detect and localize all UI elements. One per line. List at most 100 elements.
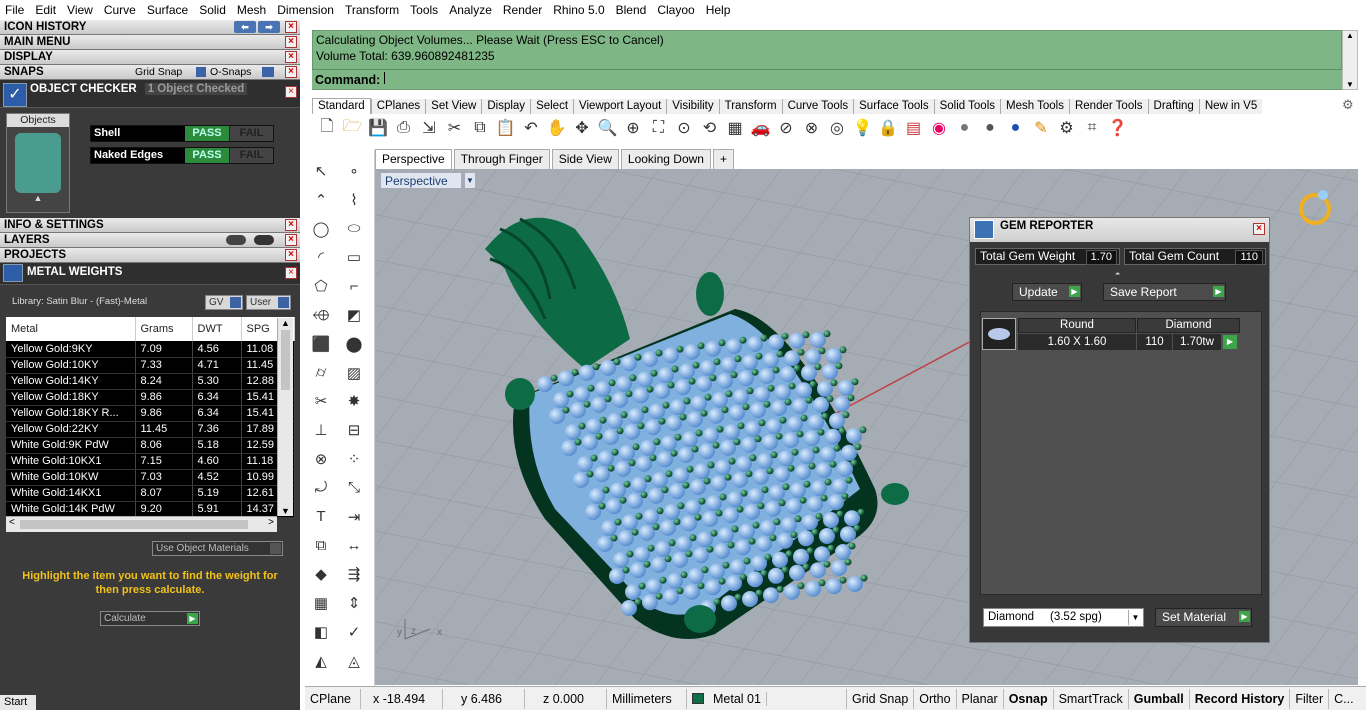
eye-icon[interactable] xyxy=(254,235,274,245)
hide-icon[interactable]: ◭ xyxy=(310,650,332,672)
grid-snap-toggle[interactable]: Grid Snap xyxy=(135,66,182,78)
user-toggle[interactable]: User xyxy=(246,295,291,310)
sphere-shaded-icon[interactable]: ● xyxy=(954,117,976,139)
scale-icon[interactable]: ⤡ xyxy=(343,477,365,499)
paste-icon[interactable]: 📋 xyxy=(495,117,517,139)
menu-item-dimension[interactable]: Dimension xyxy=(272,3,340,17)
close-icon[interactable]: × xyxy=(285,234,297,246)
menu-item-mesh[interactable]: Mesh xyxy=(232,3,272,17)
layers-icon[interactable]: ▤ xyxy=(903,117,925,139)
scroll-up-icon[interactable]: ▲ xyxy=(278,318,293,328)
use-object-materials-checkbox[interactable]: Use Object Materials xyxy=(152,541,283,556)
column-header[interactable]: Metal xyxy=(6,317,136,341)
table-row[interactable]: Yellow Gold:14KY 8.24 5.30 12.88 xyxy=(6,373,295,390)
viewport-tab-looking-down[interactable]: Looking Down xyxy=(620,149,711,169)
scroll-right-icon[interactable]: > xyxy=(268,517,274,528)
surface-icon[interactable]: ◩ xyxy=(343,304,365,326)
close-icon[interactable]: × xyxy=(285,66,297,78)
menu-item-transform[interactable]: Transform xyxy=(340,3,405,17)
undo-icon[interactable]: ↶ xyxy=(520,117,542,139)
info-settings-header[interactable]: INFO & SETTINGS × xyxy=(0,218,300,233)
calculate-button[interactable]: Calculate ▶ xyxy=(100,611,200,626)
tab-surface-tools[interactable]: Surface Tools xyxy=(853,99,934,114)
tab-curve-tools[interactable]: Curve Tools xyxy=(781,99,854,114)
rotate-view-icon[interactable]: ⟲ xyxy=(699,117,721,139)
polyline-icon[interactable]: ⌃ xyxy=(310,189,332,211)
tab-drafting[interactable]: Drafting xyxy=(1147,99,1199,114)
tab-solid-tools[interactable]: Solid Tools xyxy=(933,99,1000,114)
table-row[interactable]: Yellow Gold:18KY 9.86 6.34 15.41 xyxy=(6,389,295,406)
trim-icon[interactable]: ✂ xyxy=(310,390,332,412)
gv-toggle[interactable]: GV xyxy=(205,295,243,310)
orient-icon[interactable]: ⇕ xyxy=(343,592,365,614)
display-header[interactable]: DISPLAY × xyxy=(0,50,300,65)
objects-preview[interactable]: Objects ▲ xyxy=(6,113,70,213)
options-icon[interactable]: ⌗ xyxy=(1081,117,1103,139)
check-icon[interactable]: ✓ xyxy=(343,621,365,643)
zoom-icon[interactable]: 🔍 xyxy=(597,117,619,139)
o-snaps-checkbox-icon[interactable] xyxy=(196,67,206,77)
zoom-selected-icon[interactable]: ⊙ xyxy=(673,117,695,139)
table-row[interactable]: Yellow Gold:9KY 7.09 4.56 11.08 xyxy=(6,341,295,358)
dimension-icon[interactable]: ↔ xyxy=(343,534,365,556)
icon-history-header[interactable]: ICON HISTORY ⬅ ➡ × xyxy=(0,20,300,35)
table-row[interactable]: White Gold:14K PdW 9.20 5.91 14.37 xyxy=(6,501,295,518)
join-icon[interactable]: ⊟ xyxy=(343,419,365,441)
osnap-icon[interactable]: ⊗ xyxy=(801,117,823,139)
tab-set-view[interactable]: Set View xyxy=(425,99,482,114)
rotate-icon[interactable]: ⤾ xyxy=(310,477,332,499)
ortho-status[interactable]: Ortho xyxy=(914,688,957,709)
table-hscrollbar[interactable]: < > xyxy=(6,516,277,532)
pan-hand-icon[interactable]: ✋ xyxy=(546,117,568,139)
tab-viewport-layout[interactable]: Viewport Layout xyxy=(573,99,667,114)
viewport-tab-side-view[interactable]: Side View xyxy=(551,149,619,169)
car-icon[interactable]: 🚗 xyxy=(750,117,772,139)
column-header[interactable]: DWT xyxy=(192,317,242,341)
table-row[interactable]: White Gold:10KX1 7.15 4.60 11.18 xyxy=(6,453,295,470)
add-viewport-tab[interactable]: + xyxy=(712,149,734,169)
menu-item-blend[interactable]: Blend xyxy=(611,3,653,17)
curve-icon[interactable]: ⌇ xyxy=(343,189,365,211)
main-menu-header[interactable]: MAIN MENU × xyxy=(0,35,300,50)
zoom-window-icon[interactable]: ⊕ xyxy=(622,117,644,139)
gumball-status[interactable]: Gumball xyxy=(1129,688,1190,709)
open-folder-icon[interactable]: 🗁 xyxy=(342,117,364,139)
close-icon[interactable]: × xyxy=(285,249,297,261)
planar-status[interactable]: Planar xyxy=(957,688,1004,709)
close-icon[interactable]: × xyxy=(285,21,297,33)
zoom-extents-icon[interactable]: ⛶ xyxy=(648,117,670,139)
more-status[interactable]: C... xyxy=(1329,689,1358,709)
array-icon[interactable]: ⁘ xyxy=(343,448,365,470)
box-icon[interactable]: ⬛ xyxy=(310,333,332,355)
save-icon[interactable]: 💾 xyxy=(367,117,389,139)
group-icon[interactable]: ⧉ xyxy=(310,534,332,556)
split-icon[interactable]: ⊥ xyxy=(310,419,332,441)
o-snaps-toggle[interactable]: O-Snaps xyxy=(210,66,251,78)
help-icon[interactable]: ❓ xyxy=(1107,117,1129,139)
tab-display[interactable]: Display xyxy=(481,99,531,114)
sphere-rendered-icon[interactable]: ● xyxy=(979,117,1001,139)
mesh-icon[interactable]: ▨ xyxy=(343,362,365,384)
collapse-icon[interactable]: ◓ xyxy=(1115,269,1120,279)
tab-mesh-tools[interactable]: Mesh Tools xyxy=(1000,99,1069,114)
light-bulb-icon[interactable]: 💡 xyxy=(852,117,874,139)
close-icon[interactable]: × xyxy=(1253,223,1265,235)
filter-status[interactable]: Filter xyxy=(1290,688,1330,709)
table-row[interactable]: Yellow Gold:10KY 7.33 4.71 11.45 xyxy=(6,357,295,374)
print-icon[interactable]: ⎙ xyxy=(393,117,415,139)
mirror-icon[interactable]: ◧ xyxy=(310,621,332,643)
osnap-status[interactable]: Osnap xyxy=(1004,688,1054,709)
copy-icon[interactable]: ⧉ xyxy=(469,117,491,139)
tab-visibility[interactable]: Visibility xyxy=(666,99,719,114)
layer-status[interactable]: Metal 01 xyxy=(687,688,847,709)
table-row[interactable]: White Gold:14KX1 8.07 5.19 12.61 xyxy=(6,485,295,502)
snaps-header[interactable]: SNAPS Grid Snap O-Snaps × xyxy=(0,65,300,80)
import-icon[interactable]: ⇲ xyxy=(418,117,440,139)
projects-header[interactable]: PROJECTS × xyxy=(0,248,300,263)
scroll-down-icon[interactable]: ▼ xyxy=(1343,80,1357,89)
table-row[interactable]: White Gold:9K PdW 8.06 5.18 12.59 xyxy=(6,437,295,454)
tab-select[interactable]: Select xyxy=(530,99,574,114)
grid-snap-status[interactable]: Grid Snap xyxy=(847,688,915,709)
table-scrollbar[interactable]: ▲ ▼ xyxy=(277,318,293,516)
command-scrollbar[interactable]: ▲ ▼ xyxy=(1342,30,1358,90)
